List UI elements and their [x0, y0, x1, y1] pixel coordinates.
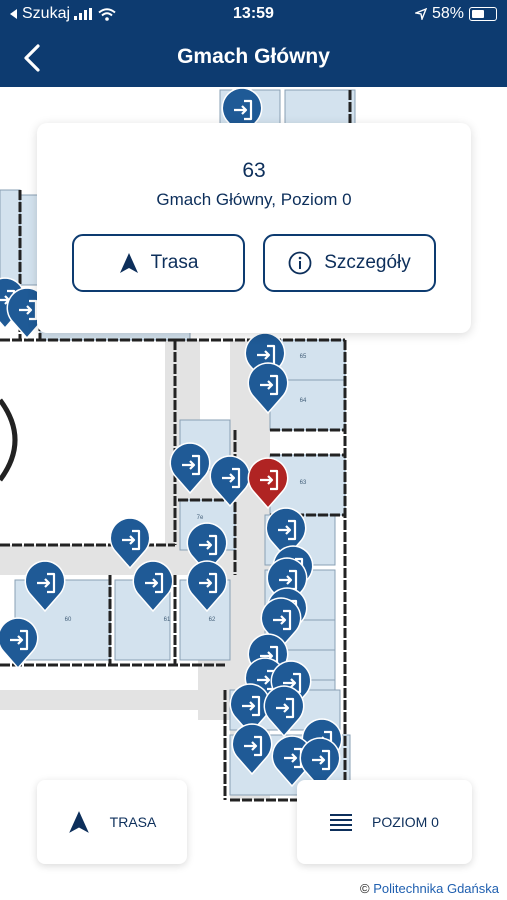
page-title: Gmach Główny	[177, 45, 330, 68]
navigation-bar: Gmach Główny	[0, 30, 507, 87]
curved-wall	[0, 398, 18, 482]
copyright-symbol: ©	[360, 881, 370, 896]
room-number-label: 62	[209, 617, 216, 623]
route-button[interactable]: Trasa	[72, 234, 245, 292]
attribution-link[interactable]: Politechnika Gdańska	[373, 881, 499, 896]
details-button[interactable]: Szczegóły	[263, 234, 436, 292]
battery-fill	[472, 10, 484, 18]
route-button-label: Trasa	[150, 252, 199, 273]
battery-icon	[469, 7, 497, 21]
trasa-fab-label: TRASA	[109, 814, 157, 830]
room-number: 63	[242, 159, 266, 182]
status-right: 58%	[414, 5, 497, 23]
room	[284, 89, 356, 126]
details-button-label: Szczegóły	[324, 252, 411, 273]
navigation-arrow-icon	[119, 253, 138, 273]
location-arrow-icon	[414, 8, 427, 20]
room-number-label: 7e	[197, 515, 204, 521]
room-number-label: 64	[300, 398, 307, 404]
room-number-label: 61	[164, 617, 171, 623]
navigation-arrow-icon	[68, 811, 89, 833]
room-number-label: 63	[300, 480, 307, 486]
corridor	[0, 690, 225, 710]
room-number-label: 65	[300, 354, 307, 360]
room-number-label: 60	[65, 617, 72, 623]
battery-percent: 58%	[431, 5, 464, 22]
trasa-fab-button[interactable]: TRASA	[37, 780, 187, 864]
status-bar: Szukaj 13:59 58%	[0, 0, 507, 30]
room-location: Gmach Główny, Poziom 0	[156, 190, 352, 209]
room-info-card: 63 Gmach Główny, Poziom 0 Trasa Szczegół…	[37, 123, 471, 333]
attribution: © Politechnika Gdańska	[360, 881, 499, 896]
level-fab-label: POZIOM 0	[372, 814, 439, 830]
level-fab-button[interactable]: POZIOM 0	[297, 780, 472, 864]
info-icon	[288, 251, 312, 275]
list-icon	[330, 814, 353, 831]
